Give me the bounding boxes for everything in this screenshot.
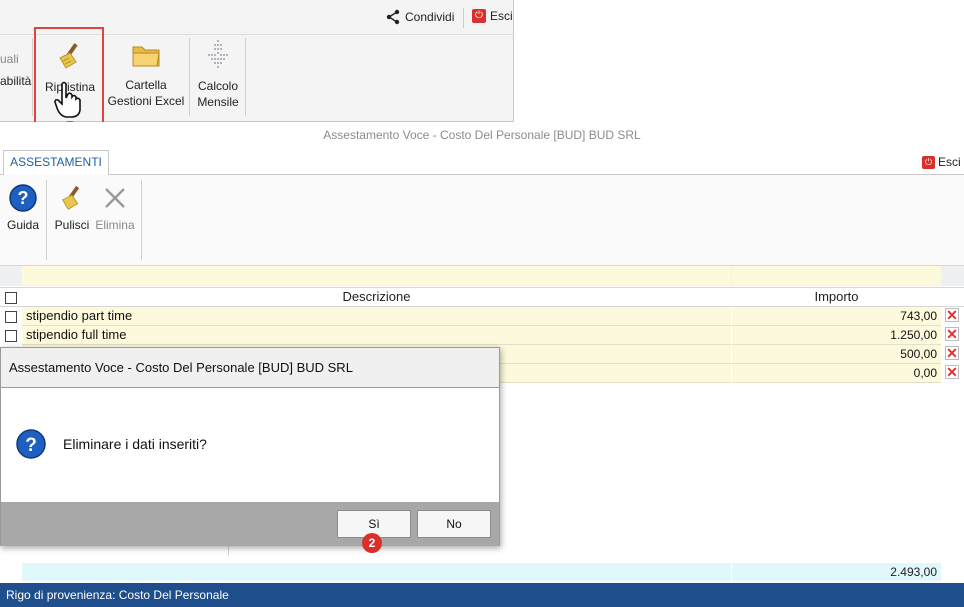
cell-description[interactable]: stipendio full time [22,326,731,345]
power-icon: ⏻ [922,155,935,169]
cell-amount[interactable]: 1.250,00 [732,326,941,345]
ribbon-separator [245,38,246,116]
delete-button[interactable]: Elimina [94,183,136,233]
delete-row-icon[interactable]: ✕ [945,327,959,341]
monthly-calc-button[interactable]: Calcolo Mensile [192,38,244,110]
partial-ribbon-label: uali [0,52,19,66]
ribbon-separator [32,38,33,116]
dialog-title: Assestamento Voce - Costo Del Personale … [1,348,499,388]
tab-assestamenti[interactable]: ASSESTAMENTI [3,150,109,175]
total-amount: 2.493,00 [732,563,941,581]
window-title: Assestamento Voce - Costo Del Personale … [0,122,964,148]
header-description[interactable]: Descrizione [22,289,731,304]
svg-text:?: ? [25,435,37,456]
confirm-dialog: Assestamento Voce - Costo Del Personale … [0,347,500,546]
ribbon-separator [189,38,190,116]
calc-label-2: Mensile [197,95,239,109]
toolbar-separator [46,180,47,260]
calc-label-1: Calcolo [197,79,239,93]
table-row: stipendio part time 743,00 ✕ [0,307,960,326]
select-all-checkbox[interactable] [5,292,17,304]
toolbar-separator [141,180,142,260]
clear-button[interactable]: Pulisci [53,183,91,233]
step-badge-2: 2 [362,533,382,553]
dialog-message: Eliminare i dati inseriti? [63,436,207,452]
delete-row-icon[interactable]: ✕ [945,365,959,379]
table-row: stipendio full time 1.250,00 ✕ [0,326,960,345]
share-button[interactable]: Condividi [385,9,454,25]
delete-row-icon[interactable]: ✕ [945,346,959,360]
cell-amount[interactable]: 500,00 [732,345,941,364]
share-label: Condividi [405,10,455,24]
partial-ribbon-label: abilità [0,74,32,88]
no-button[interactable]: No [417,510,491,538]
cell-description[interactable]: stipendio part time [22,307,731,326]
hand-pointer-icon [54,81,81,118]
help-label: Guida [6,218,40,232]
folder-icon [132,46,160,67]
row-checkbox[interactable] [5,311,17,323]
folder-label-2: Gestioni Excel [107,94,185,108]
topbar-divider [463,8,464,28]
close-icon [105,188,125,208]
folder-label-1: Cartella [125,78,167,92]
window-exit-button[interactable]: ⏻ Esci [922,155,961,169]
broom-icon [61,185,80,210]
window-exit-label: Esci [938,155,961,169]
power-icon: ⏻ [472,9,486,23]
arrow-down-icon [208,40,228,68]
clear-label: Pulisci [54,218,90,232]
background-exit-button[interactable]: ⏻ Esci [472,9,513,23]
svg-text:?: ? [18,188,29,208]
share-icon [386,9,400,25]
question-icon: ? [16,429,46,459]
delete-row-icon[interactable]: ✕ [945,308,959,322]
delete-label: Elimina [95,218,135,232]
filter-amount[interactable] [732,266,941,285]
help-button[interactable]: ? Guida [4,183,42,233]
toolbar-area [0,175,964,265]
cell-amount[interactable]: 0,00 [732,364,941,383]
question-icon: ? [9,184,37,212]
excel-folder-button[interactable]: Cartella Gestioni Excel [106,40,186,109]
exit-label: Esci [490,9,513,23]
filter-description[interactable] [22,266,731,285]
row-checkbox[interactable] [5,330,17,342]
cell-amount[interactable]: 743,00 [732,307,941,326]
column-divider [228,546,229,556]
status-bar: Rigo di provenienza: Costo Del Personale [0,583,964,607]
header-amount[interactable]: Importo [732,289,941,304]
total-description-cell [22,563,731,581]
